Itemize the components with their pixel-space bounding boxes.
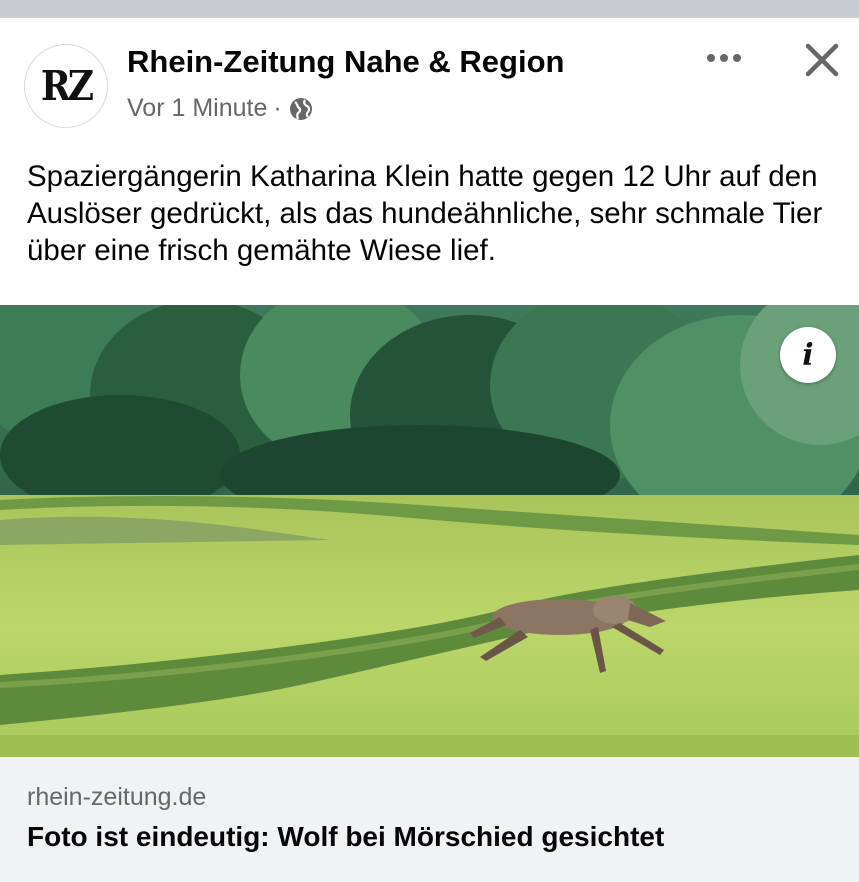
close-icon	[804, 42, 840, 83]
info-icon: i	[802, 337, 814, 373]
wolf-photo	[0, 305, 859, 757]
page-name[interactable]: Rhein-Zeitung Nahe & Region	[127, 44, 564, 80]
post-photo[interactable]	[0, 305, 859, 757]
globe-icon	[288, 96, 314, 122]
meta-separator: ·	[273, 94, 282, 122]
post-meta: Vor 1 Minute ·	[127, 94, 314, 123]
top-strip	[0, 0, 859, 18]
timestamp[interactable]: Vor 1 Minute	[127, 94, 267, 123]
post-header: RZ Rhein-Zeitung Nahe & Region Vor 1 Min…	[0, 18, 859, 138]
post-text: Spaziergängerin Katharina Klein hatte ge…	[27, 160, 823, 267]
avatar[interactable]: RZ	[24, 44, 108, 128]
link-title[interactable]: Foto ist eindeutig: Wolf bei Mörschied g…	[27, 821, 664, 853]
post-card: RZ Rhein-Zeitung Nahe & Region Vor 1 Min…	[0, 18, 859, 882]
link-preview[interactable]: rhein-zeitung.de Foto ist eindeutig: Wol…	[0, 757, 859, 882]
more-horizontal-icon	[704, 51, 744, 69]
info-button[interactable]: i	[780, 327, 836, 383]
close-button[interactable]	[800, 40, 844, 84]
link-domain: rhein-zeitung.de	[27, 783, 207, 811]
avatar-logo: RZ	[40, 61, 94, 111]
more-options-button[interactable]	[700, 40, 748, 80]
